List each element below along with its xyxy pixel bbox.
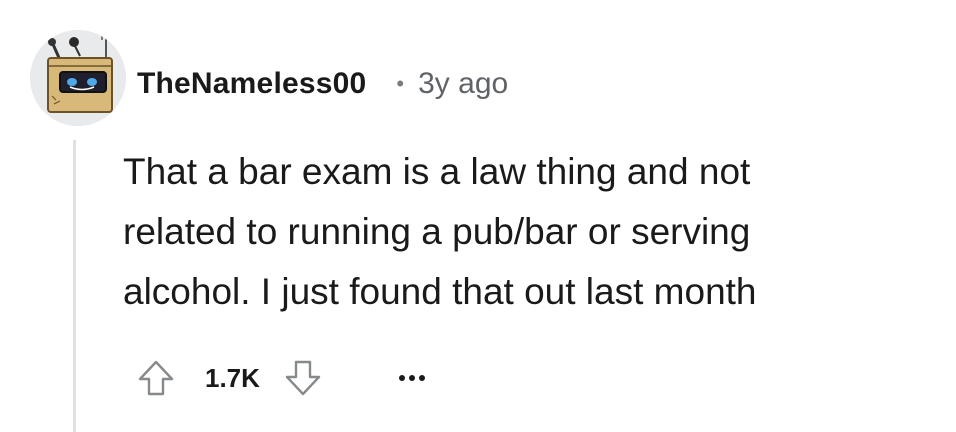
timestamp[interactable]: 3y ago [418, 67, 508, 101]
downvote-button[interactable] [280, 355, 326, 401]
upvote-arrow-icon [138, 360, 174, 396]
comment: TheNameless00 • 3y ago That a bar exam i… [0, 0, 956, 432]
more-options-icon [398, 375, 425, 381]
thread-line[interactable] [73, 140, 76, 432]
comment-meta: TheNameless00 • 3y ago [137, 62, 508, 106]
comment-body-line: related to running a pub/bar or serving [123, 211, 751, 252]
upvote-button[interactable] [133, 355, 179, 401]
robot-avatar-icon [30, 30, 126, 126]
avatar[interactable] [30, 30, 126, 126]
comment-actions: 1.7K [133, 350, 432, 406]
downvote-arrow-icon [285, 360, 321, 396]
comment-body-line: alcohol. I just found that out last mont… [123, 271, 757, 312]
vote-score: 1.7K [205, 362, 260, 393]
comment-body-line: That a bar exam is a law thing and not [123, 151, 751, 192]
more-options-button[interactable] [392, 355, 432, 401]
username[interactable]: TheNameless00 [137, 67, 366, 101]
comment-body: That a bar exam is a law thing and not r… [123, 142, 923, 322]
separator-dot: • [396, 71, 405, 96]
